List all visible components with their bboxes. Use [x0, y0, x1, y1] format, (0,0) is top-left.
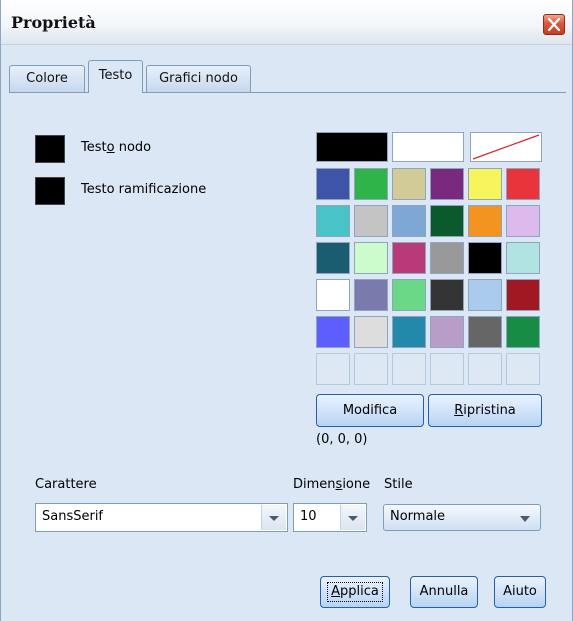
close-icon	[548, 18, 560, 31]
palette-cell[interactable]	[468, 168, 502, 200]
palette-cell[interactable]	[430, 316, 464, 348]
palette-cell[interactable]	[392, 132, 464, 162]
carattere-value: SansSerif	[42, 509, 104, 524]
text-branch-color-swatch[interactable]	[35, 177, 65, 205]
palette-cell[interactable]	[354, 242, 388, 274]
palette-cell[interactable]	[468, 205, 502, 237]
palette-cell[interactable]	[354, 279, 388, 311]
palette-cell[interactable]	[506, 205, 540, 237]
chevron-down-icon	[520, 516, 530, 522]
dimensione-value: 10	[300, 509, 317, 524]
carattere-label: Carattere	[35, 477, 97, 492]
aiuto-button[interactable]: Aiuto	[494, 576, 546, 608]
palette-cell[interactable]	[506, 279, 540, 311]
palette-cell[interactable]	[392, 242, 426, 274]
rgb-readout: (0, 0, 0)	[316, 432, 368, 447]
palette-cell-empty[interactable]	[468, 353, 502, 385]
stile-value: Normale	[390, 509, 446, 524]
palette-cell-empty[interactable]	[392, 353, 426, 385]
applica-button[interactable]: Applica	[320, 576, 390, 608]
palette-cell[interactable]	[506, 316, 540, 348]
palette-cell[interactable]	[316, 205, 350, 237]
no-color-icon	[472, 134, 540, 160]
palette-cell-empty[interactable]	[354, 353, 388, 385]
palette-cell[interactable]	[354, 168, 388, 200]
dimensione-label: Dimensione	[293, 477, 371, 492]
palette-cell[interactable]	[316, 279, 350, 311]
ripristina-button[interactable]: Ripristina	[428, 394, 542, 427]
text-node-label: Testo nodo	[81, 140, 152, 155]
palette-cell[interactable]	[506, 242, 540, 274]
palette-cell[interactable]	[316, 168, 350, 200]
palette-cell[interactable]	[316, 316, 350, 348]
palette-cell-empty[interactable]	[430, 353, 464, 385]
palette-cell-empty[interactable]	[506, 353, 540, 385]
palette-cell[interactable]	[468, 279, 502, 311]
palette-cell[interactable]	[316, 242, 350, 274]
tab-grafici-nodo[interactable]: Grafici nodo	[146, 65, 251, 92]
text-node-color-swatch[interactable]	[35, 135, 65, 163]
palette-cell[interactable]	[430, 242, 464, 274]
carattere-dropdown-button[interactable]	[261, 505, 286, 530]
modifica-button[interactable]: Modifica	[316, 394, 424, 427]
stile-combo[interactable]: Normale	[383, 504, 541, 531]
palette-cell[interactable]	[506, 168, 540, 200]
palette-cell[interactable]	[392, 205, 426, 237]
palette-cell-no-color[interactable]	[470, 132, 542, 162]
palette-cell[interactable]	[468, 316, 502, 348]
palette-cell[interactable]	[468, 242, 502, 274]
dimensione-dropdown-button[interactable]	[340, 505, 365, 530]
palette-cell[interactable]	[430, 168, 464, 200]
palette-cell[interactable]	[354, 205, 388, 237]
tab-colore[interactable]: Colore	[9, 65, 85, 92]
dialog-title: Proprietà	[11, 13, 96, 32]
palette-cell[interactable]	[430, 205, 464, 237]
chevron-down-icon	[348, 516, 358, 521]
palette-cell[interactable]	[392, 316, 426, 348]
carattere-combo[interactable]: SansSerif	[35, 503, 288, 532]
dimensione-combo[interactable]: 10	[293, 503, 367, 532]
title-bar: Proprietà	[1, 0, 572, 45]
stile-label: Stile	[384, 477, 413, 492]
tab-testo[interactable]: Testo	[88, 60, 143, 93]
chevron-down-icon	[269, 516, 279, 521]
palette-cell[interactable]	[392, 279, 426, 311]
palette-cell[interactable]	[316, 132, 388, 162]
palette-cell-empty[interactable]	[316, 353, 350, 385]
palette-cell[interactable]	[392, 168, 426, 200]
properties-dialog: Proprietà Colore Testo Grafici nodo Test…	[0, 0, 573, 621]
text-branch-label: Testo ramificazione	[81, 182, 207, 197]
annulla-button[interactable]: Annulla	[410, 576, 478, 608]
palette-cell[interactable]	[354, 316, 388, 348]
close-button[interactable]	[543, 14, 565, 35]
palette-cell[interactable]	[430, 279, 464, 311]
